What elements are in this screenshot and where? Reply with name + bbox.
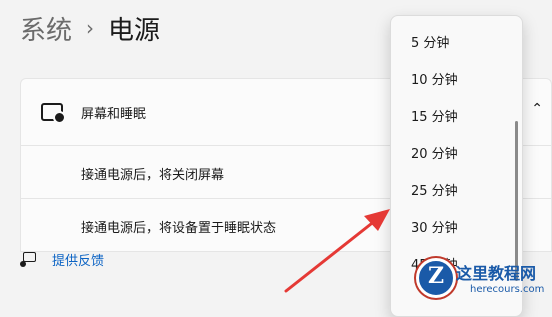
breadcrumb: 系统 › 电源	[20, 10, 160, 46]
screen-sleep-label: 屏幕和睡眠	[81, 107, 147, 122]
breadcrumb-separator: ›	[86, 16, 95, 40]
dropdown-scrollbar[interactable]	[515, 121, 518, 281]
watermark: 这里教程网 herecours.com	[410, 258, 552, 303]
feedback-label[interactable]: 提供反馈	[52, 250, 104, 269]
screen-sleep-icon	[41, 103, 66, 124]
feedback-icon	[20, 251, 36, 268]
dropdown-option[interactable]: 30 分钟	[411, 217, 458, 236]
screen-off-label: 接通电源后，将关闭屏幕	[81, 168, 225, 183]
page-title: 电源	[108, 15, 161, 46]
sleep-label: 接通电源后，将设备置于睡眠状态	[81, 221, 277, 236]
watermark-logo-icon	[416, 258, 456, 298]
dropdown-option[interactable]: 10 分钟	[411, 69, 458, 88]
dropdown-option[interactable]: 20 分钟	[411, 143, 458, 162]
dropdown-option[interactable]: 25 分钟	[411, 180, 458, 199]
chevron-up-icon[interactable]: ⌃	[531, 101, 543, 117]
dropdown-option[interactable]: 15 分钟	[411, 106, 458, 125]
dropdown-option[interactable]: 5 分钟	[411, 32, 449, 51]
breadcrumb-root[interactable]: 系统	[20, 10, 72, 47]
watermark-title: 这里教程网	[456, 264, 537, 283]
watermark-url: herecours.com	[470, 284, 545, 295]
feedback-link[interactable]: 提供反馈	[20, 250, 104, 269]
